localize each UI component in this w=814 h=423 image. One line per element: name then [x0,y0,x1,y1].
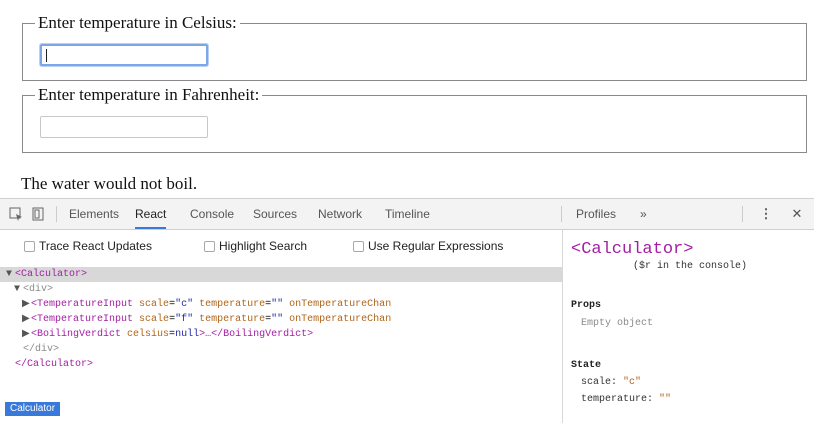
attr-value: "" [271,314,284,325]
props-value: Empty object [581,318,654,329]
state-value: "c" [623,377,642,388]
collapse-arrow-icon[interactable]: ▼ [14,282,23,297]
attr-name: temperature [199,299,266,310]
state-value: "" [659,394,672,405]
regex-option[interactable]: Use Regular Expressions [353,238,503,254]
attr-value: "" [271,299,284,310]
toolbar-divider [561,206,562,222]
devtools-panel: Elements React Console Sources Network T… [0,198,814,423]
collapse-arrow-icon[interactable]: ▼ [6,267,15,282]
highlight-search-label: Highlight Search [219,239,308,253]
expand-arrow-icon[interactable]: ▶ [22,327,31,342]
trace-updates-label: Trace React Updates [39,239,152,253]
regex-label: Use Regular Expressions [368,239,504,253]
attr-name: onTemperatureChan [289,314,392,325]
props-heading: Props [571,300,602,311]
attr-name: onTemperatureChan [289,299,392,310]
tree-tag: </div> [23,344,60,355]
attr-value: null [175,329,200,340]
fahrenheit-legend: Enter temperature in Fahrenheit: [35,84,263,106]
close-icon[interactable]: ✕ [789,206,805,222]
tree-tag: >…</BoilingVerdict> [199,329,314,340]
regex-checkbox[interactable] [353,241,364,252]
toolbar-divider [742,206,743,222]
tree-row-boiling-verdict[interactable]: ▶<BoilingVerdict celsius=null>…</Boiling… [0,327,584,342]
highlight-search-option[interactable]: Highlight Search [204,238,307,254]
state-key: scale: [581,377,618,388]
more-icon[interactable]: ⋮ [758,206,774,222]
fahrenheit-input[interactable] [40,116,208,138]
tree-row-temperature-input-c[interactable]: ▶<TemperatureInput scale="c" temperature… [0,297,584,312]
tab-console[interactable]: Console [190,199,234,229]
device-icon[interactable] [30,206,46,222]
tree-row-calculator[interactable]: ▼ <Calculator> [0,267,568,282]
celsius-fieldset: Enter temperature in Celsius: [22,12,807,81]
tree-tag: <div> [23,284,54,295]
expand-arrow-icon[interactable]: ▶ [22,312,31,327]
attr-name: scale [139,314,170,325]
tab-network[interactable]: Network [318,199,362,229]
tree-row-calculator-close[interactable]: </Calculator> [0,357,577,372]
tab-profiles[interactable]: Profiles [576,199,616,229]
console-hint: ($r in the console) [633,261,748,272]
highlight-search-checkbox[interactable] [204,241,215,252]
component-title: <Calculator> [571,240,694,259]
attr-value: "f" [175,314,194,325]
tree-row-temperature-input-f[interactable]: ▶<TemperatureInput scale="f" temperature… [0,312,584,327]
more-tabs-button[interactable]: » [640,199,647,229]
inspect-icon[interactable] [8,206,24,222]
state-row-temperature[interactable]: temperature: "" [581,394,671,405]
tab-elements[interactable]: Elements [69,199,119,229]
tree-tag: <BoilingVerdict [31,329,122,340]
attr-name: celsius [127,329,170,340]
trace-updates-checkbox[interactable] [24,241,35,252]
state-heading: State [571,360,602,371]
text-caret [46,49,47,62]
tab-react[interactable]: React [135,199,167,229]
tree-row-div[interactable]: ▼ <div> [0,282,576,297]
celsius-input[interactable] [40,44,208,66]
attr-name: scale [139,299,170,310]
tree-tag: <Calculator> [15,269,88,280]
devtools-toolbar: Elements React Console Sources Network T… [0,199,814,230]
boiling-verdict: The water would not boil. [21,174,198,193]
fahrenheit-fieldset: Enter temperature in Fahrenheit: [22,84,807,153]
component-tree-pane: Trace React Updates Highlight Search Use… [0,230,568,423]
expand-arrow-icon[interactable]: ▶ [22,297,31,312]
tree-tag: <TemperatureInput [31,314,134,325]
tab-sources[interactable]: Sources [253,199,297,229]
attr-value: "c" [175,299,194,310]
celsius-legend: Enter temperature in Celsius: [35,12,240,34]
tree-tag: <TemperatureInput [31,299,134,310]
react-options: Trace React Updates Highlight Search Use… [0,230,562,260]
breadcrumb[interactable]: Calculator [5,402,61,416]
tree-row-div-close[interactable]: </div> [0,342,585,357]
toolbar-divider [56,206,57,222]
tree-tag: </Calculator> [15,359,94,370]
trace-updates-option[interactable]: Trace React Updates [24,238,152,254]
attr-name: temperature [199,314,266,325]
component-details-pane: <Calculator> ($r in the console) Props E… [562,230,814,423]
state-key: temperature: [581,394,654,405]
tab-timeline[interactable]: Timeline [385,199,430,229]
state-row-scale[interactable]: scale: "c" [581,377,641,388]
